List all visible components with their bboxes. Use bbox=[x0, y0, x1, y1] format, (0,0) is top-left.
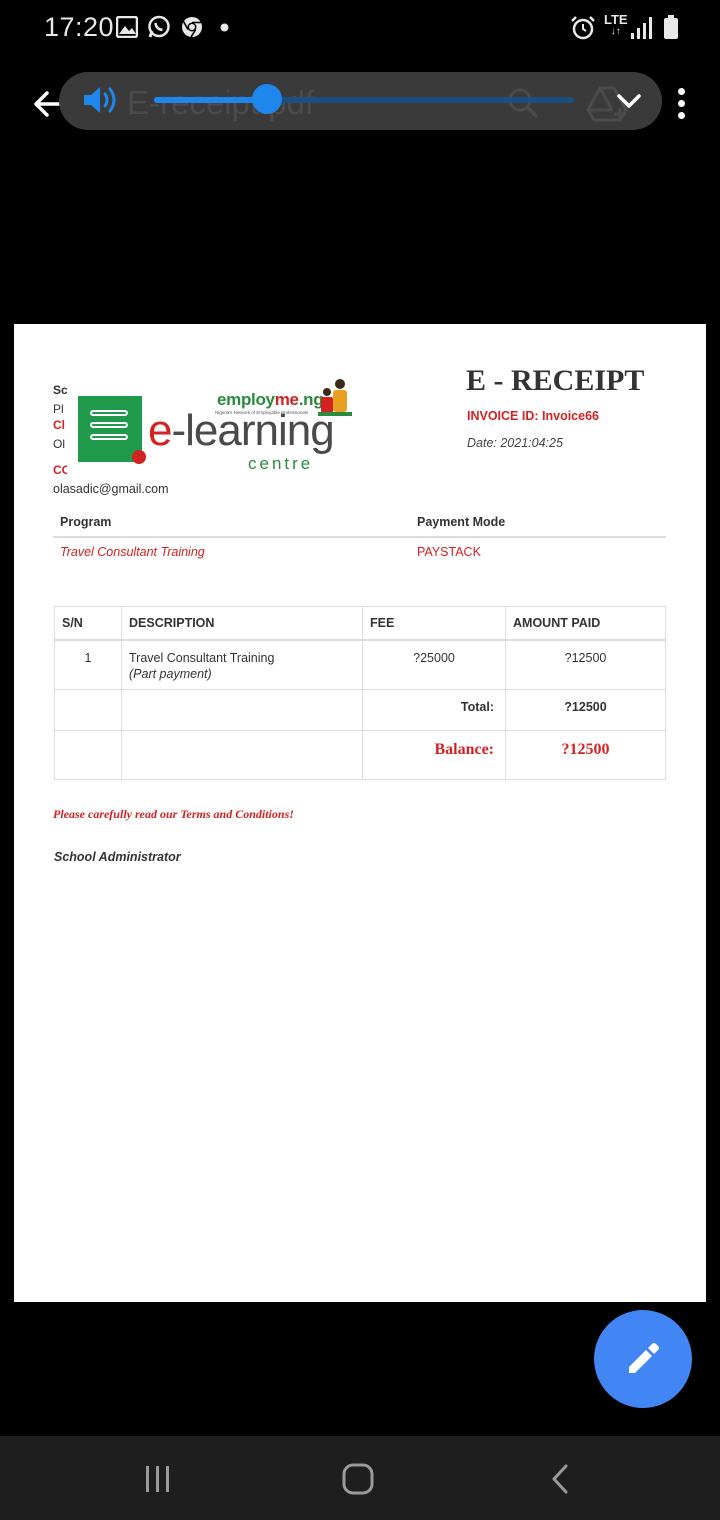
table-row: 1 Travel Consultant Training (Part payme… bbox=[54, 639, 666, 690]
program-table-row: Travel Consultant Training PAYSTACK bbox=[53, 540, 666, 570]
battery-icon bbox=[664, 15, 678, 39]
chrome-icon bbox=[182, 17, 202, 38]
program-table-header: Program Payment Mode bbox=[53, 510, 666, 538]
program-name: Travel Consultant Training bbox=[60, 545, 205, 559]
status-bar: 17:20 LTE ↓↑ bbox=[0, 0, 720, 56]
client-email: olasadic@gmail.com bbox=[53, 482, 169, 496]
item-description-cell: Travel Consultant Training (Part payment… bbox=[121, 639, 363, 690]
signal-icon bbox=[631, 17, 652, 39]
receipt-date: Date: 2021:04:25 bbox=[467, 436, 563, 450]
invoice-id: INVOICE ID: Invoice66 bbox=[467, 409, 599, 423]
client-label-fragment: Cl bbox=[53, 418, 65, 432]
balance-value: ?12500 bbox=[505, 730, 666, 780]
sn-header: S/N bbox=[54, 606, 122, 641]
payment-mode-header: Payment Mode bbox=[417, 515, 506, 529]
gallery-icon bbox=[116, 16, 138, 38]
recents-icon[interactable] bbox=[138, 1462, 178, 1496]
elearning-wordmark: e-learning bbox=[148, 406, 335, 455]
screen: 17:20 LTE ↓↑ Sc Pl Cl Ol CC olasadic@gma… bbox=[0, 0, 720, 1520]
fee-table: S/N DESCRIPTION FEE AMOUNT PAID 1 Travel… bbox=[54, 606, 666, 780]
fee-header: FEE bbox=[362, 606, 506, 641]
chevron-down-icon[interactable] bbox=[614, 88, 644, 114]
empty-cell bbox=[121, 730, 363, 780]
whatsapp-icon bbox=[148, 15, 170, 38]
navigation-bar bbox=[0, 1436, 720, 1520]
item-sn: 1 bbox=[54, 639, 122, 690]
volume-icon[interactable] bbox=[82, 84, 122, 116]
home-icon[interactable] bbox=[338, 1462, 378, 1496]
empty-cell bbox=[54, 689, 122, 731]
balance-row: Balance: ?12500 bbox=[54, 730, 666, 780]
item-note: (Part payment) bbox=[129, 666, 212, 681]
network-type: LTE ↓↑ bbox=[604, 12, 628, 37]
volume-slider-thumb[interactable] bbox=[252, 84, 282, 114]
amount-paid-header: AMOUNT PAID bbox=[505, 606, 666, 641]
more-options-button[interactable] bbox=[676, 88, 686, 120]
search-icon[interactable] bbox=[506, 86, 540, 120]
description-header: DESCRIPTION bbox=[121, 606, 363, 641]
item-fee: ?25000 bbox=[362, 639, 506, 690]
program-header: Program bbox=[60, 515, 112, 529]
total-value: ?12500 bbox=[505, 689, 666, 731]
terms-link[interactable]: Please carefully read our Terms and Cond… bbox=[53, 807, 294, 822]
contact-label-fragment: CC bbox=[53, 463, 67, 477]
pencil-icon bbox=[629, 1343, 659, 1373]
status-time: 17:20 bbox=[44, 12, 115, 42]
item-description: Travel Consultant Training bbox=[129, 650, 275, 665]
school-name-fragment: Sc bbox=[53, 383, 67, 397]
client-name-fragment: Ol bbox=[53, 437, 65, 451]
empty-cell bbox=[54, 730, 122, 780]
alarm-icon bbox=[571, 16, 595, 40]
receipt-title: E - RECEIPT bbox=[466, 364, 645, 397]
book-logo-icon bbox=[78, 396, 146, 464]
back-icon[interactable] bbox=[540, 1462, 580, 1496]
empty-cell bbox=[121, 689, 363, 731]
pdf-page: Sc Pl Cl Ol CC olasadic@gmail.com employ… bbox=[14, 324, 706, 1302]
total-row: Total: ?12500 bbox=[54, 689, 666, 731]
address-fragment: Pl bbox=[53, 402, 64, 416]
elearning-logo: employme.ng Nigeria's Network of Employa… bbox=[74, 376, 364, 476]
file-title: E-receipt.pdf bbox=[127, 84, 314, 122]
centre-wordmark: centre bbox=[248, 454, 314, 473]
item-amount-paid: ?12500 bbox=[505, 639, 666, 690]
fee-table-header: S/N DESCRIPTION FEE AMOUNT PAID bbox=[54, 606, 666, 641]
total-label: Total: bbox=[362, 689, 506, 731]
volume-fill bbox=[154, 97, 267, 103]
payment-mode: PAYSTACK bbox=[417, 545, 481, 559]
signature-label: School Administrator bbox=[54, 850, 181, 864]
balance-label: Balance: bbox=[362, 730, 506, 780]
edit-fab-button[interactable] bbox=[594, 1310, 692, 1408]
notification-dot bbox=[220, 23, 229, 32]
